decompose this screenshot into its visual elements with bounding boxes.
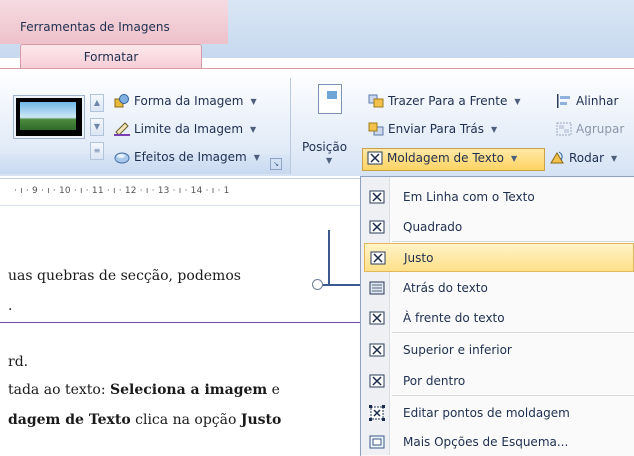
menu-item-label: Quadrado <box>403 219 463 234</box>
text-wrap-label: Moldagem de Texto <box>387 151 504 165</box>
text-box-frame-bottom <box>316 284 366 286</box>
doc-line-4: tada ao texto: Seleciona a imagem e <box>8 382 280 398</box>
wrap-through-icon <box>368 373 386 389</box>
align-button[interactable]: Alinhar <box>556 94 618 108</box>
bring-to-front-label: Trazer Para a Frente <box>388 94 508 108</box>
gallery-down-icon[interactable]: ▼ <box>90 118 104 136</box>
picture-style-thumbnail[interactable] <box>14 96 84 138</box>
picture-shape-label: Forma da Imagem <box>134 94 244 108</box>
doc-line-3: rd. <box>8 354 29 370</box>
position-icon <box>318 84 342 114</box>
align-label: Alinhar <box>576 94 619 108</box>
picture-border-label: Limite da Imagem <box>134 122 244 136</box>
doc-line-1: uas quebras de secção, podemos <box>8 268 241 284</box>
more-layout-options-icon <box>368 434 386 450</box>
chevron-down-icon: ▼ <box>326 156 333 165</box>
resize-handle[interactable] <box>312 279 323 290</box>
rotate-label: Rodar <box>569 151 605 165</box>
doc-line-4-tail: e <box>267 382 280 398</box>
menu-item-in-front-of-text[interactable]: À frente do texto <box>364 303 634 332</box>
menu-item-top-and-bottom[interactable]: Superior e inferior <box>364 335 634 364</box>
menu-item-label: Em Linha com o Texto <box>403 189 535 204</box>
menu-separator <box>392 241 634 242</box>
position-label: Posição <box>302 140 348 154</box>
wrap-top-bottom-icon <box>368 342 386 358</box>
dialog-launcher-icon[interactable]: ↘ <box>270 158 282 170</box>
tab-format[interactable]: Formatar <box>20 44 202 69</box>
chevron-down-icon: ▼ <box>611 153 618 163</box>
picture-border-button[interactable]: Limite da Imagem ▼ <box>114 122 256 136</box>
wrap-behind-icon <box>368 280 386 296</box>
gallery-up-icon[interactable]: ▲ <box>90 94 104 112</box>
picture-shape-button[interactable]: Forma da Imagem ▼ <box>114 94 257 108</box>
ruler-markings: · ı · 9 · ı · 10 · ı · 11 · ı · 12 · ı ·… <box>14 186 230 196</box>
doc-line-5-bold-2: Justo <box>240 412 282 428</box>
wrap-square-icon <box>368 219 386 235</box>
chevron-down-icon: ▼ <box>510 153 518 163</box>
rotate-icon <box>550 151 564 164</box>
group-label: Agrupar <box>576 122 625 136</box>
wrap-front-icon <box>368 310 386 326</box>
bring-front-icon <box>368 94 384 108</box>
send-back-icon <box>368 122 384 136</box>
wrap-tight-icon <box>369 250 387 266</box>
doc-line-4-bold: Seleciona a imagem <box>110 382 268 398</box>
menu-item-label: Por dentro <box>403 373 466 388</box>
menu-item-label: Mais Opções de Esquema... <box>403 434 569 449</box>
doc-line-5-text: clica na opção <box>130 412 241 428</box>
text-wrap-button-content[interactable]: Moldagem de Texto ▼ <box>367 151 517 165</box>
send-to-back-button[interactable]: Enviar Para Trás ▼ <box>368 122 497 136</box>
menu-item-edit-wrap-points[interactable]: Editar pontos de moldagem <box>364 398 634 427</box>
menu-item-tight[interactable]: Justo <box>364 243 634 272</box>
group-button[interactable]: Agrupar <box>556 122 624 136</box>
align-icon <box>557 94 570 108</box>
menu-item-label: Superior e inferior <box>403 342 512 357</box>
menu-separator <box>392 395 634 396</box>
chevron-down-icon: ▼ <box>253 152 260 162</box>
group-icon <box>556 122 572 136</box>
gallery-more-icon[interactable]: ≡ <box>90 142 104 160</box>
doc-line-4-text: tada ao texto: <box>8 382 110 398</box>
menu-item-through[interactable]: Por dentro <box>364 366 634 395</box>
section-break-line <box>0 322 360 323</box>
picture-shape-icon <box>114 94 129 108</box>
chevron-down-icon: ▼ <box>250 124 257 134</box>
chevron-down-icon: ▼ <box>514 96 521 106</box>
send-to-back-label: Enviar Para Trás <box>388 122 484 136</box>
doc-line-5-bold: dagem de Texto <box>8 412 131 428</box>
bring-to-front-button[interactable]: Trazer Para a Frente ▼ <box>368 94 521 108</box>
chevron-down-icon: ▼ <box>250 96 257 106</box>
menu-item-label: À frente do texto <box>403 310 505 325</box>
text-box-frame <box>328 230 330 286</box>
picture-effects-label: Efeitos de Imagem <box>134 150 247 164</box>
text-wrap-icon <box>367 151 383 165</box>
doc-line-2: . <box>8 298 13 314</box>
menu-separator <box>392 332 634 333</box>
menu-item-more-layout-options[interactable]: Mais Opções de Esquema... <box>364 427 634 456</box>
menu-item-inline-with-text[interactable]: Em Linha com o Texto <box>364 182 634 211</box>
menu-item-label: Justo <box>404 250 434 265</box>
group-divider <box>290 78 291 174</box>
contextual-tab-title: Ferramentas de Imagens <box>20 20 170 34</box>
effects-icon <box>114 152 130 164</box>
pen-border-icon <box>114 122 130 136</box>
edit-wrap-points-icon <box>368 404 386 421</box>
menu-item-label: Atrás do texto <box>403 280 488 295</box>
doc-line-5: dagem de Texto clica na opção Justo <box>8 412 281 428</box>
picture-effects-button[interactable]: Efeitos de Imagem ▼ <box>114 150 260 164</box>
menu-item-square[interactable]: Quadrado <box>364 212 634 241</box>
menu-item-behind-text[interactable]: Atrás do texto <box>364 273 634 302</box>
rotate-button[interactable]: Rodar ▼ <box>549 151 617 165</box>
wrap-inline-icon <box>368 189 386 205</box>
menu-item-label: Editar pontos de moldagem <box>403 405 570 420</box>
chevron-down-icon: ▼ <box>490 124 498 134</box>
